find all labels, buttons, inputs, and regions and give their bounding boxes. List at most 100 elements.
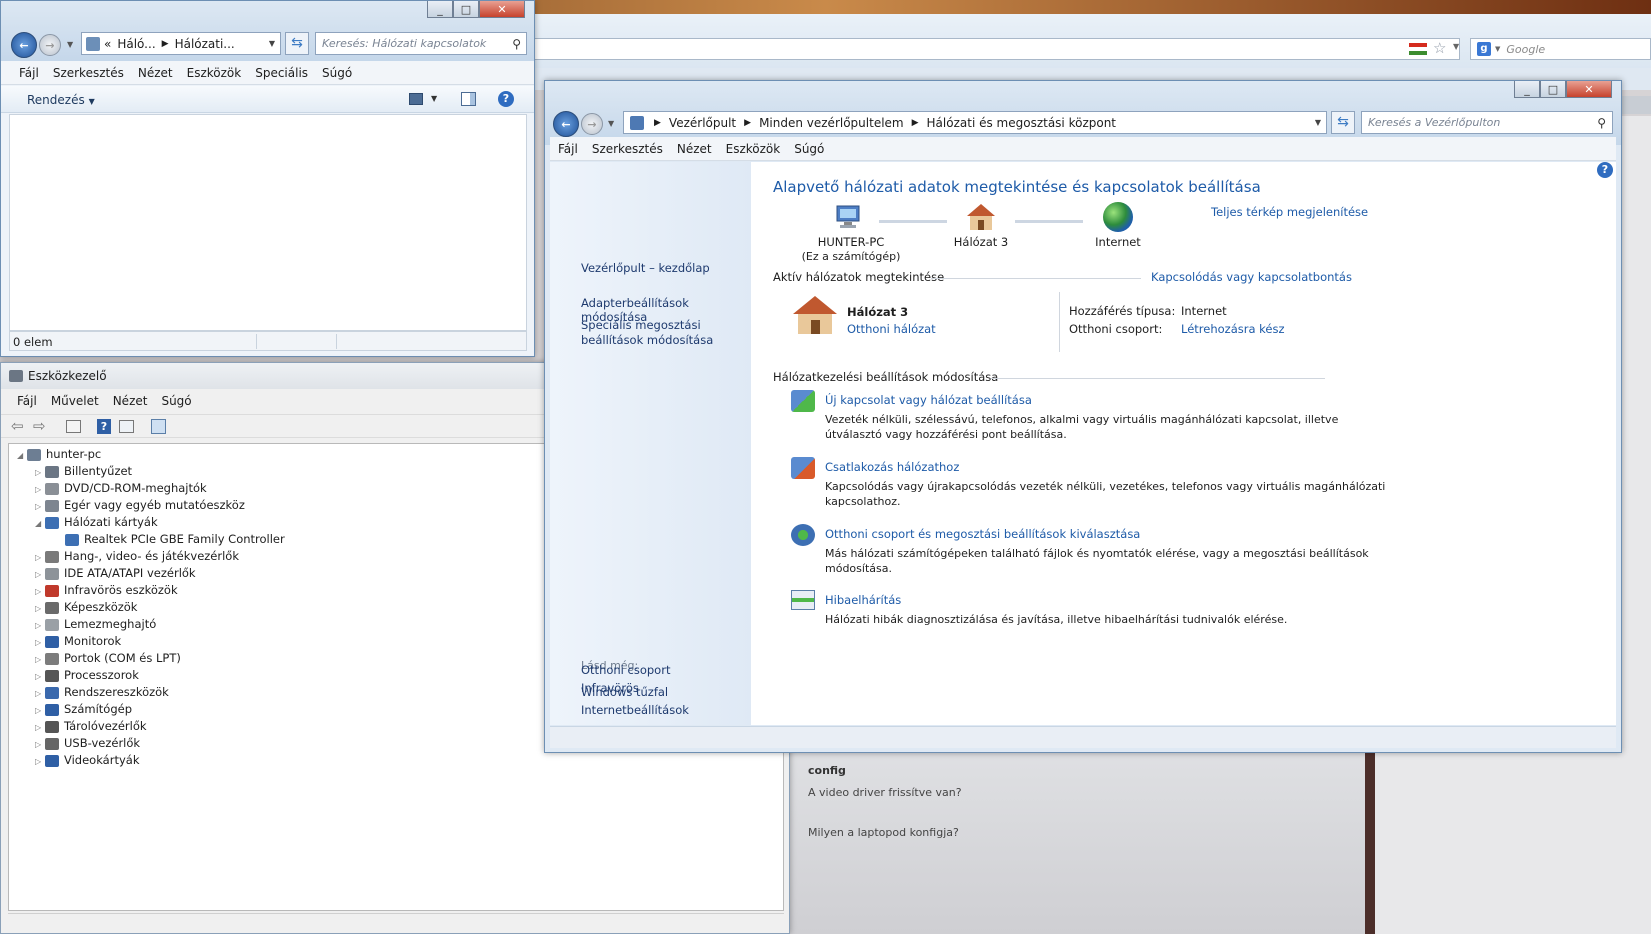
network-center-menu-bar: Fájl Szerkesztés Nézet Eszközök Súgó [550,137,1616,161]
minimize-button[interactable]: _ [427,1,453,18]
help-icon[interactable]: ? [1597,162,1613,178]
expand-icon[interactable]: ▷ [35,702,45,719]
tree-row[interactable]: ▷ Videokártyák [17,752,783,769]
expand-icon[interactable]: ▷ [35,583,45,600]
forward-arrow-icon[interactable]: ⇨ [33,417,46,435]
menu-file[interactable]: Fájl [19,66,39,80]
address-dropdown-icon[interactable]: ▼ [269,39,275,48]
help-icon[interactable]: ? [498,91,514,107]
view-dropdown-icon[interactable]: ▼ [431,94,437,103]
history-dropdown-icon[interactable]: ▼ [67,40,73,49]
expand-icon[interactable]: ▷ [35,481,45,498]
sidebar-link-home[interactable]: Vezérlőpult – kezdőlap [581,261,710,275]
browser-address-bar[interactable]: ☆ ▼ [530,38,1460,60]
breadcrumb-prefix[interactable]: « [104,37,111,51]
explorer-status-bar: 0 elem [9,331,527,351]
control-panel-search-placeholder: Keresés a Vezérlőpulton [1368,116,1501,129]
expand-icon[interactable]: ▷ [35,617,45,634]
back-button[interactable]: ← [11,32,37,58]
address-dropdown-icon[interactable]: ▼ [1315,118,1321,127]
back-arrow-icon[interactable]: ⇦ [11,417,24,435]
star-icon[interactable]: ☆ [1433,39,1446,57]
dropdown-arrow-icon[interactable]: ▼ [1453,42,1459,51]
expand-icon[interactable]: ▷ [35,719,45,736]
maximize-button[interactable]: □ [453,1,479,18]
scan-hardware-icon[interactable] [151,419,166,434]
forward-button[interactable]: → [39,34,61,56]
refresh-button[interactable]: ⇆ [1331,111,1355,134]
show-hide-tree-icon[interactable] [66,420,81,433]
menu-edit[interactable]: Szerkesztés [592,142,663,156]
back-button[interactable]: ← [553,111,579,137]
expand-icon[interactable]: ▷ [35,753,45,770]
properties-icon[interactable] [119,420,134,433]
menu-edit[interactable]: Szerkesztés [53,66,124,80]
breadcrumb-item[interactable]: Hálózati és megosztási központ [927,116,1116,130]
sidebar-link-firewall[interactable]: Windows tűzfal [581,685,668,699]
refresh-button[interactable]: ⇆ [285,32,309,55]
expand-icon[interactable]: ▷ [35,651,45,668]
explorer-address-bar[interactable]: « Háló... ▶ Hálózati... ▼ [81,32,281,55]
menu-tools[interactable]: Eszközök [187,66,242,80]
menu-help[interactable]: Súgó [161,394,191,408]
breadcrumb-chevron-icon: ▶ [654,117,661,128]
explorer-search-input[interactable]: Keresés: Hálózati kapcsolatok ⚲ [315,32,527,55]
task-title-new-connection[interactable]: Új kapcsolat vagy hálózat beállítása [825,393,1032,407]
full-map-link[interactable]: Teljes térkép megjelenítése [1211,205,1368,219]
minimize-button[interactable]: _ [1514,81,1540,98]
expand-icon[interactable]: ▷ [35,634,45,651]
search-icon[interactable]: ⚲ [1597,116,1606,130]
task-title-connect[interactable]: Csatlakozás hálózathoz [825,460,959,474]
sidebar-link-advanced-sharing[interactable]: Speciális megosztási beállítások módosít… [581,318,746,348]
maximize-button[interactable]: □ [1540,81,1566,98]
preview-pane-icon[interactable] [461,92,476,106]
expand-icon[interactable]: ▷ [35,464,45,481]
menu-view[interactable]: Nézet [138,66,173,80]
homegroup-link[interactable]: Létrehozásra kész [1181,322,1285,336]
collapse-icon[interactable]: ◢ [35,515,45,532]
menu-view[interactable]: Nézet [677,142,712,156]
sidebar-link-homegroup[interactable]: Otthoni csoport [581,663,670,677]
expand-icon[interactable]: ▷ [35,549,45,566]
network-type-link[interactable]: Otthoni hálózat [847,322,936,336]
breadcrumb-item[interactable]: Háló... [117,37,155,51]
menu-file[interactable]: Fájl [17,394,37,408]
menu-tools[interactable]: Eszközök [726,142,781,156]
history-dropdown-icon[interactable]: ▼ [608,119,614,128]
expand-icon[interactable]: ▷ [35,668,45,685]
flag-icon [1409,43,1427,55]
menu-action[interactable]: Művelet [51,394,99,408]
menu-help[interactable]: Súgó [794,142,824,156]
usb-icon [45,737,59,750]
collapse-icon[interactable]: ◢ [17,447,27,464]
search-icon[interactable]: ⚲ [512,37,521,51]
expand-icon[interactable]: ▷ [35,566,45,583]
task-title-troubleshoot[interactable]: Hibaelhárítás [825,593,901,607]
close-button[interactable]: ✕ [1566,81,1612,98]
close-button[interactable]: ✕ [479,1,525,18]
menu-file[interactable]: Fájl [558,142,578,156]
breadcrumb-item[interactable]: Minden vezérlőpultelem [759,116,904,130]
forward-button[interactable]: → [581,113,603,135]
task-title-homegroup[interactable]: Otthoni csoport és megosztási beállításo… [825,527,1140,541]
connect-disconnect-link[interactable]: Kapcsolódás vagy kapcsolatbontás [1151,270,1352,284]
menu-help[interactable]: Súgó [322,66,352,80]
expand-icon[interactable]: ▷ [35,685,45,702]
organize-button[interactable]: Rendezés ▼ [27,93,95,107]
menu-advanced[interactable]: Speciális [255,66,308,80]
expand-icon[interactable]: ▷ [35,498,45,515]
sidebar-link-internet-options[interactable]: Internetbeállítások [581,703,689,717]
explorer-content-area[interactable] [9,114,527,331]
expand-icon[interactable]: ▷ [35,600,45,617]
control-panel-search-input[interactable]: Keresés a Vezérlőpulton ⚲ [1361,111,1613,134]
node-name: Internet [1095,235,1141,249]
menu-view[interactable]: Nézet [113,394,148,408]
expand-icon[interactable]: ▷ [35,736,45,753]
help-icon[interactable]: ? [97,419,111,434]
breadcrumb-item[interactable]: Vezérlőpult [669,116,736,130]
breadcrumb-item[interactable]: Hálózati... [175,37,235,51]
network-center-address-bar[interactable]: ▶ Vezérlőpult ▶ Minden vezérlőpultelem ▶… [623,111,1327,134]
browser-search-box[interactable]: g ▼ Google [1470,38,1651,60]
view-options-icon[interactable] [409,93,423,105]
port-icon [45,652,59,665]
